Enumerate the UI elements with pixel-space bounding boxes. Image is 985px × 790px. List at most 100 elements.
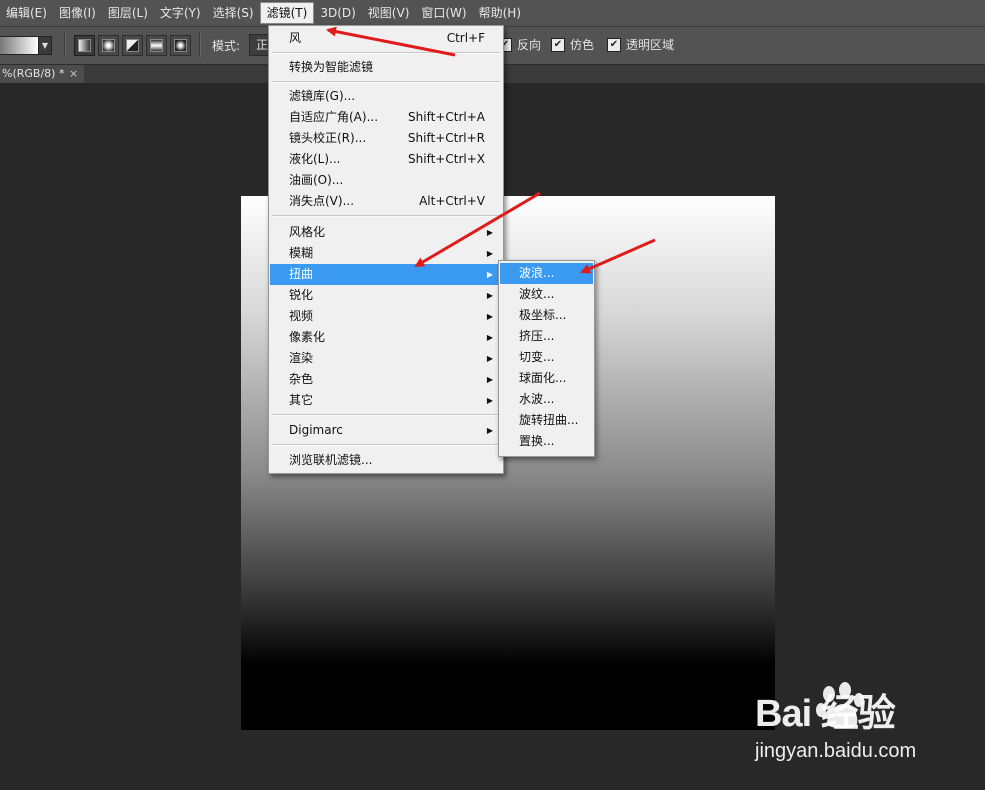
menu-item-label: 球面化... [519, 371, 567, 385]
gradient-preview[interactable] [0, 36, 39, 55]
menu-item-shortcut: Ctrl+F [446, 31, 485, 45]
menu-item-other[interactable]: 其它 ▶ [270, 390, 502, 411]
menu-divider [272, 414, 500, 416]
menu-item-sharpen[interactable]: 锐化 ▶ [270, 285, 502, 306]
menu-divider [272, 81, 500, 83]
menu-image[interactable]: 图像(I) [53, 2, 102, 24]
reverse-label: 反向 [517, 38, 542, 52]
linear-gradient-icon [78, 39, 91, 52]
menu-item-label: 像素化 [289, 330, 326, 344]
menu-item-liquify[interactable]: 液化(L)... Shift+Ctrl+X [270, 149, 502, 170]
reflected-gradient-icon [150, 39, 163, 52]
menu-item-label: 旋转扭曲... [519, 413, 579, 427]
radial-gradient-icon [102, 39, 115, 52]
menu-item-render[interactable]: 渲染 ▶ [270, 348, 502, 369]
menu-edit[interactable]: 编辑(E) [0, 2, 53, 24]
reflected-gradient-button[interactable] [146, 35, 167, 56]
menu-item-pixelate[interactable]: 像素化 ▶ [270, 327, 502, 348]
submenu-item-spherize[interactable]: 球面化... [500, 368, 593, 389]
menu-filter[interactable]: 滤镜(T) [259, 2, 315, 24]
filter-menu: 风 Ctrl+F 转换为智能滤镜 滤镜库(G)... 自适应广角(A)... S… [268, 25, 504, 474]
toolbar-divider [199, 33, 201, 57]
document-tab[interactable]: %(RGB/8) * × [0, 65, 84, 83]
submenu-item-wave[interactable]: 波浪... [500, 263, 593, 284]
distort-submenu: 波浪... 波纹... 极坐标... 挤压... 切变... 球面化... 水波… [498, 260, 595, 457]
menu-divider [272, 215, 500, 217]
menu-3d[interactable]: 3D(D) [314, 2, 361, 24]
radial-gradient-button[interactable] [98, 35, 119, 56]
menu-item-label: 其它 [289, 393, 314, 407]
transparency-checkbox[interactable]: ✔ 透明区域 [607, 36, 674, 53]
menu-item-distort[interactable]: 扭曲 ▶ [270, 264, 502, 285]
submenu-arrow-icon: ▶ [486, 228, 493, 237]
menu-item-label: 风格化 [289, 225, 326, 239]
menu-item-lens-correction[interactable]: 镜头校正(R)... Shift+Ctrl+R [270, 128, 502, 149]
menu-item-wind[interactable]: 风 Ctrl+F [270, 28, 502, 49]
menu-view[interactable]: 视图(V) [362, 2, 416, 24]
submenu-item-pinch[interactable]: 挤压... [500, 326, 593, 347]
menu-item-label: 极坐标... [519, 308, 567, 322]
reverse-checkbox[interactable]: ✔ 反向 [498, 36, 541, 53]
angle-gradient-button[interactable] [122, 35, 143, 56]
menu-item-shortcut: Shift+Ctrl+R [407, 131, 485, 145]
menu-divider [272, 52, 500, 54]
menu-item-shortcut: Alt+Ctrl+V [419, 194, 485, 208]
menu-item-label: 消失点(V)... [289, 194, 355, 208]
menu-item-label: 切变... [519, 350, 555, 364]
menu-item-label: Digimarc [289, 423, 343, 437]
menu-item-filter-gallery[interactable]: 滤镜库(G)... [270, 86, 502, 107]
menu-item-noise[interactable]: 杂色 ▶ [270, 369, 502, 390]
menu-item-stylize[interactable]: 风格化 ▶ [270, 222, 502, 243]
menu-item-label: 风 [289, 31, 302, 45]
chevron-down-icon[interactable]: ▼ [38, 36, 52, 55]
transparency-label: 透明区域 [626, 38, 675, 52]
linear-gradient-button[interactable] [74, 35, 95, 56]
dither-label: 仿色 [570, 38, 595, 52]
menu-item-label: 油画(O)... [289, 173, 344, 187]
menu-item-label: 波纹... [519, 287, 555, 301]
submenu-arrow-icon: ▶ [486, 312, 493, 321]
menu-item-shortcut: Shift+Ctrl+X [408, 152, 485, 166]
menu-item-digimarc[interactable]: Digimarc ▶ [270, 420, 502, 441]
submenu-arrow-icon: ▶ [486, 354, 493, 363]
checkmark-icon: ✔ [551, 37, 565, 52]
angle-gradient-icon [126, 39, 139, 52]
menu-item-label: 转换为智能滤镜 [289, 60, 374, 74]
menu-item-adaptive-wide-angle[interactable]: 自适应广角(A)... Shift+Ctrl+A [270, 107, 502, 128]
menu-item-label: 扭曲 [289, 267, 314, 281]
submenu-item-shear[interactable]: 切变... [500, 347, 593, 368]
submenu-arrow-icon: ▶ [486, 249, 493, 258]
menu-type[interactable]: 文字(Y) [154, 2, 207, 24]
menu-item-vanishing-point[interactable]: 消失点(V)... Alt+Ctrl+V [270, 191, 502, 212]
menu-select[interactable]: 选择(S) [207, 2, 260, 24]
submenu-arrow-icon: ▶ [486, 375, 493, 384]
submenu-item-polar-coordinates[interactable]: 极坐标... [500, 305, 593, 326]
watermark-brand: Bai 经验 [755, 693, 896, 735]
submenu-item-twirl[interactable]: 旋转扭曲... [500, 410, 593, 431]
menu-bar: 编辑(E) 图像(I) 图层(L) 文字(Y) 选择(S) 滤镜(T) 3D(D… [0, 0, 985, 27]
menu-item-shortcut: Shift+Ctrl+A [408, 110, 485, 124]
close-icon[interactable]: × [69, 65, 78, 83]
menu-layer[interactable]: 图层(L) [102, 2, 154, 24]
menu-item-label: 锐化 [289, 288, 314, 302]
watermark-url: jingyan.baidu.com [755, 740, 917, 762]
submenu-arrow-icon: ▶ [486, 396, 493, 405]
submenu-item-ripple[interactable]: 波纹... [500, 284, 593, 305]
menu-item-label: 镜头校正(R)... [289, 131, 367, 145]
submenu-arrow-icon: ▶ [486, 270, 493, 279]
menu-item-convert-smart-filter[interactable]: 转换为智能滤镜 [270, 57, 502, 78]
menu-item-oil-paint[interactable]: 油画(O)... [270, 170, 502, 191]
menu-item-blur[interactable]: 模糊 ▶ [270, 243, 502, 264]
submenu-item-zigzag[interactable]: 水波... [500, 389, 593, 410]
diamond-gradient-button[interactable] [170, 35, 191, 56]
menu-item-browse-filters-online[interactable]: 浏览联机滤镜... [270, 450, 502, 471]
submenu-arrow-icon: ▶ [486, 426, 493, 435]
submenu-arrow-icon: ▶ [486, 333, 493, 342]
menu-help[interactable]: 帮助(H) [473, 2, 527, 24]
menu-item-video[interactable]: 视频 ▶ [270, 306, 502, 327]
submenu-item-displace[interactable]: 置换... [500, 431, 593, 452]
checkmark-icon: ✔ [607, 37, 621, 52]
toolbar-divider [64, 33, 66, 57]
dither-checkbox[interactable]: ✔ 仿色 [551, 36, 594, 53]
menu-window[interactable]: 窗口(W) [415, 2, 472, 24]
